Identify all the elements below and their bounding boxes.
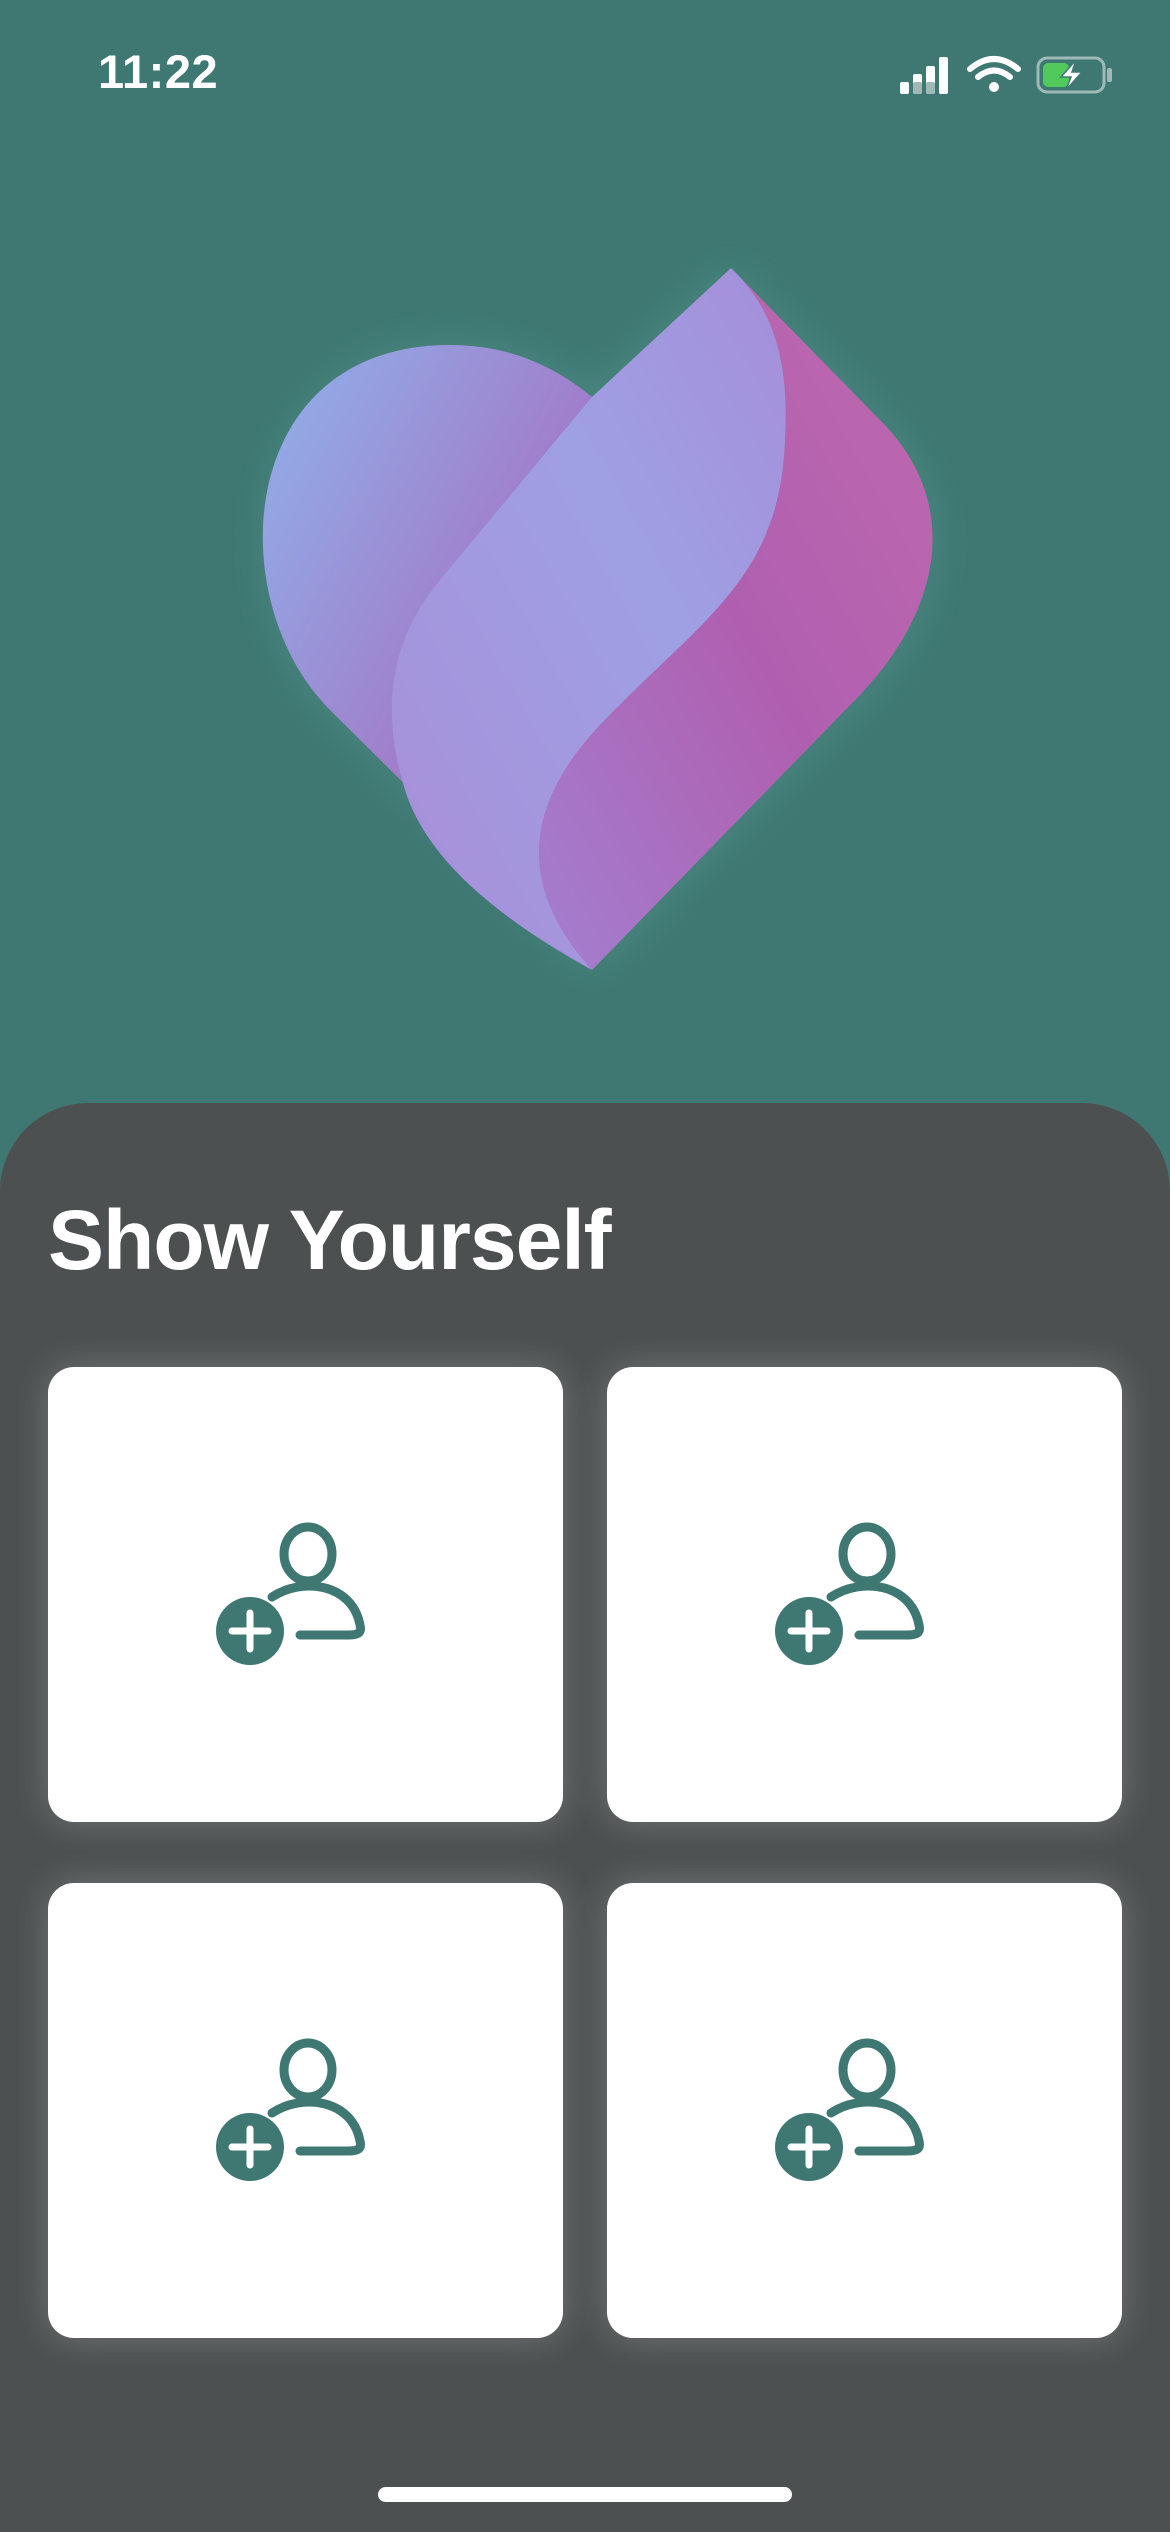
photo-slot-3[interactable] <box>48 1883 563 2338</box>
battery-charging-icon <box>1036 56 1112 94</box>
page-title: Show Yourself <box>48 1193 612 1287</box>
add-person-icon <box>216 1522 365 1665</box>
photo-slot-1[interactable] <box>48 1367 563 1822</box>
add-person-icon <box>775 1522 924 1665</box>
home-indicator[interactable] <box>378 2487 792 2502</box>
heart-logo <box>262 268 935 970</box>
add-person-icon <box>216 2038 365 2181</box>
photo-slot-2[interactable] <box>607 1367 1122 1822</box>
cellular-signal-icon <box>900 57 948 94</box>
status-time: 11:22 <box>98 45 219 98</box>
photo-slot-4[interactable] <box>607 1883 1122 2338</box>
status-icons <box>900 56 1112 94</box>
add-person-icon <box>775 2038 924 2181</box>
wifi-icon <box>967 56 1021 92</box>
status-bar: 11:22 <box>0 0 1170 150</box>
